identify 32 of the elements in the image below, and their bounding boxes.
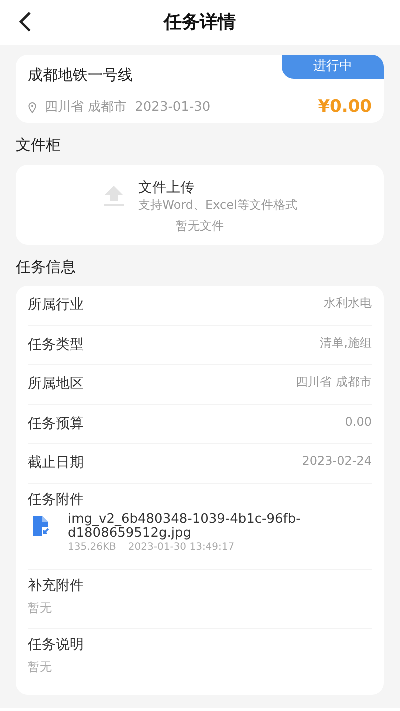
field-value: 四川省 成都市 bbox=[296, 375, 372, 389]
task-date: 2023-01-30 bbox=[135, 99, 211, 117]
file-size: 135.26KB bbox=[68, 540, 116, 554]
location-pin-icon bbox=[28, 102, 37, 114]
field-label: 任务说明 bbox=[28, 636, 85, 654]
field-label: 补充附件 bbox=[28, 576, 85, 594]
empty-text: 暂无文件 bbox=[176, 218, 224, 235]
upload-title[interactable]: 文件上传 bbox=[138, 179, 298, 197]
upload-icon bbox=[102, 185, 125, 207]
field-label: 所属地区 bbox=[28, 375, 84, 393]
field-label: 所属行业 bbox=[28, 296, 84, 314]
field-value: 2023-02-24 bbox=[302, 454, 372, 468]
field-label: 任务预算 bbox=[28, 414, 84, 432]
field-value: 暂无 bbox=[28, 600, 53, 616]
field-value: 水利水电 bbox=[324, 296, 372, 310]
task-name: 成都地铁一号线 bbox=[28, 65, 133, 85]
field-value: 0.00 bbox=[345, 414, 372, 428]
file-time: 2023-01-30 13:49:17 bbox=[128, 540, 235, 554]
field-label: 截止日期 bbox=[28, 454, 84, 472]
section-heading: 任务信息 bbox=[16, 257, 77, 277]
task-amount: ¥0.00 bbox=[318, 96, 372, 119]
status-badge: 进行中 bbox=[282, 55, 384, 79]
file-icon bbox=[32, 514, 50, 536]
field-label: 任务附件 bbox=[28, 490, 85, 508]
file-name: img_v2_6b480348-1039-4b1c-96fb-d1808659512g.jpg bbox=[68, 512, 302, 540]
field-value: 暂无 bbox=[28, 658, 53, 674]
section-heading: 文件柜 bbox=[16, 135, 62, 155]
upload-hint: 支持Word、Excel等文件格式 bbox=[138, 197, 298, 213]
field-label: 任务类型 bbox=[28, 336, 84, 354]
page-title: 任务详情 bbox=[164, 11, 236, 35]
task-location: 四川省 成都市 bbox=[45, 99, 128, 117]
field-value: 清单,施组 bbox=[320, 336, 372, 350]
